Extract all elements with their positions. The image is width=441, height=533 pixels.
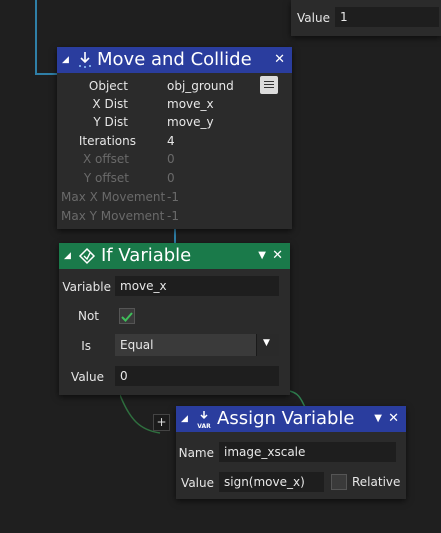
not-label: Not <box>77 309 99 323</box>
add-button[interactable]: + <box>153 414 170 431</box>
is-label: Is <box>81 339 91 353</box>
top-value-label: Value <box>297 11 330 25</box>
chevron-down-icon: ▼ <box>263 338 270 348</box>
is-select-value: Equal <box>120 338 154 352</box>
x-dist-value[interactable]: move_x <box>167 97 214 111</box>
collapse-triangle-icon[interactable]: ◢ <box>64 243 71 269</box>
wire-vertical-middle <box>174 228 176 244</box>
top-value-text: 1 <box>340 10 348 24</box>
assign-variable-title: Assign Variable <box>217 408 355 429</box>
variable-label: Variable <box>62 280 111 294</box>
checkmark-icon <box>121 312 133 322</box>
top-node-partial: Value 1 <box>291 0 441 36</box>
name-label: Name <box>178 446 214 460</box>
close-icon[interactable]: ✕ <box>272 243 283 269</box>
x-offset-label: X offset <box>83 152 129 166</box>
svg-text:VAR: VAR <box>197 423 211 429</box>
name-value: image_xscale <box>224 445 306 459</box>
y-dist-label: Y Dist <box>93 115 128 129</box>
collapse-triangle-icon[interactable]: ◢ <box>62 47 69 73</box>
add-button-label: + <box>156 415 167 429</box>
if-variable-node[interactable]: ◢ If Variable ▼ ✕ Variable move_x Not Is… <box>59 243 290 395</box>
name-field[interactable]: image_xscale <box>219 442 396 462</box>
wire-horizontal-left <box>35 73 57 75</box>
variable-field[interactable]: move_x <box>115 276 279 296</box>
x-dist-label: X Dist <box>92 97 128 111</box>
object-value[interactable]: obj_ground <box>167 79 234 93</box>
is-select[interactable]: Equal ▼ <box>115 334 279 356</box>
value-field[interactable]: sign(move_x) <box>219 472 324 492</box>
object-picker-icon[interactable] <box>260 76 278 94</box>
dropdown-arrow-icon[interactable]: ▼ <box>258 243 266 269</box>
iterations-label: Iterations <box>78 134 136 148</box>
value-field[interactable]: 0 <box>115 366 279 386</box>
max-y-movement-label: Max Y Movement <box>61 209 165 223</box>
top-value-field[interactable]: 1 <box>335 7 439 27</box>
value-label: Value <box>71 370 104 384</box>
not-checkbox[interactable] <box>119 308 135 324</box>
select-dropdown-button[interactable]: ▼ <box>256 334 279 356</box>
y-offset-value[interactable]: 0 <box>167 171 175 185</box>
value-label: Value <box>181 476 214 490</box>
assign-variable-node[interactable]: ◢ VAR Assign Variable ▼ ✕ Name image_xsc… <box>176 406 406 499</box>
wire-curve-left <box>120 395 161 434</box>
object-label: Object <box>88 79 128 93</box>
move-and-collide-title: Move and Collide <box>97 49 252 70</box>
iterations-value[interactable]: 4 <box>167 134 175 148</box>
y-offset-label: Y offset <box>83 171 129 185</box>
assign-variable-header[interactable]: ◢ VAR Assign Variable ▼ ✕ <box>176 406 406 432</box>
relative-label: Relative <box>352 475 401 489</box>
move-and-collide-node[interactable]: ◢ Move and Collide ✕ Object obj_ground X… <box>57 47 292 229</box>
move-arrow-icon <box>79 52 91 68</box>
x-offset-value[interactable]: 0 <box>167 152 175 166</box>
variable-value: move_x <box>120 279 167 293</box>
collapse-triangle-icon[interactable]: ◢ <box>181 406 188 432</box>
var-arrow-icon: VAR <box>197 411 211 429</box>
max-y-movement-value[interactable]: -1 <box>167 209 179 223</box>
relative-checkbox[interactable] <box>331 474 347 490</box>
value-field-value: 0 <box>120 369 128 383</box>
close-icon[interactable]: ✕ <box>388 406 399 432</box>
max-x-movement-label: Max X Movement <box>61 190 166 204</box>
if-diamond-icon <box>78 247 96 265</box>
max-x-movement-value[interactable]: -1 <box>167 190 179 204</box>
wire-vertical-left <box>35 0 37 75</box>
close-icon[interactable]: ✕ <box>274 47 285 73</box>
value-value: sign(move_x) <box>224 475 305 489</box>
if-variable-title: If Variable <box>101 245 192 266</box>
if-variable-header[interactable]: ◢ If Variable ▼ ✕ <box>59 243 290 269</box>
move-and-collide-header[interactable]: ◢ Move and Collide ✕ <box>57 47 292 73</box>
y-dist-value[interactable]: move_y <box>167 115 214 129</box>
dropdown-arrow-icon[interactable]: ▼ <box>374 406 382 432</box>
